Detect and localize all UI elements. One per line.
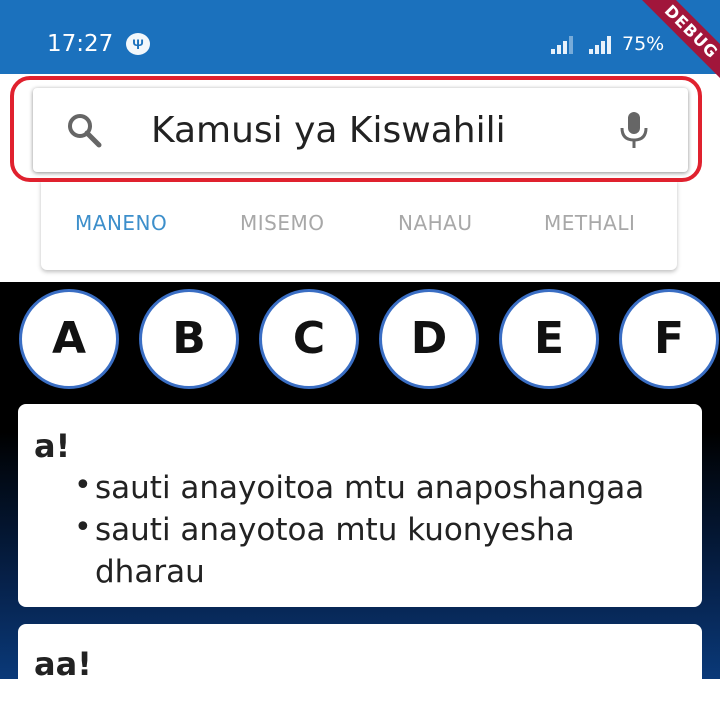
letter-d-button[interactable]: D [379,289,479,389]
tab-misemo[interactable]: MISEMO [240,211,324,235]
entry-word: a! [34,427,71,465]
letter-c-button[interactable]: C [259,289,359,389]
signal-icon-2 [589,36,615,54]
highlight-box [10,76,702,182]
tab-nahau[interactable]: NAHAU [398,211,473,235]
letter-b-button[interactable]: B [139,289,239,389]
entry-card[interactable] [18,624,702,704]
usb-icon: Ψ [126,33,150,55]
status-bar: 17:27 Ψ 75% [0,0,720,64]
status-time: 17:27 [47,31,114,57]
letter-e-button[interactable]: E [499,289,599,389]
letter-a-button[interactable]: A [19,289,119,389]
tab-maneno[interactable]: MANENO [75,211,167,235]
tab-methali[interactable]: METHALI [544,211,635,235]
signal-icon [551,36,577,54]
definition-text: sauti anayotoa mtu kuonyesha dharau [95,512,575,590]
definition-bullet: • [74,510,92,545]
definition-text: sauti anayoitoa mtu anaposhangaa [95,470,645,506]
battery-level: 75% [622,33,665,55]
letter-f-button[interactable]: F [619,289,719,389]
app-bar [0,64,720,74]
definition-bullet: • [74,468,92,503]
entry-word: aa! [34,645,92,683]
